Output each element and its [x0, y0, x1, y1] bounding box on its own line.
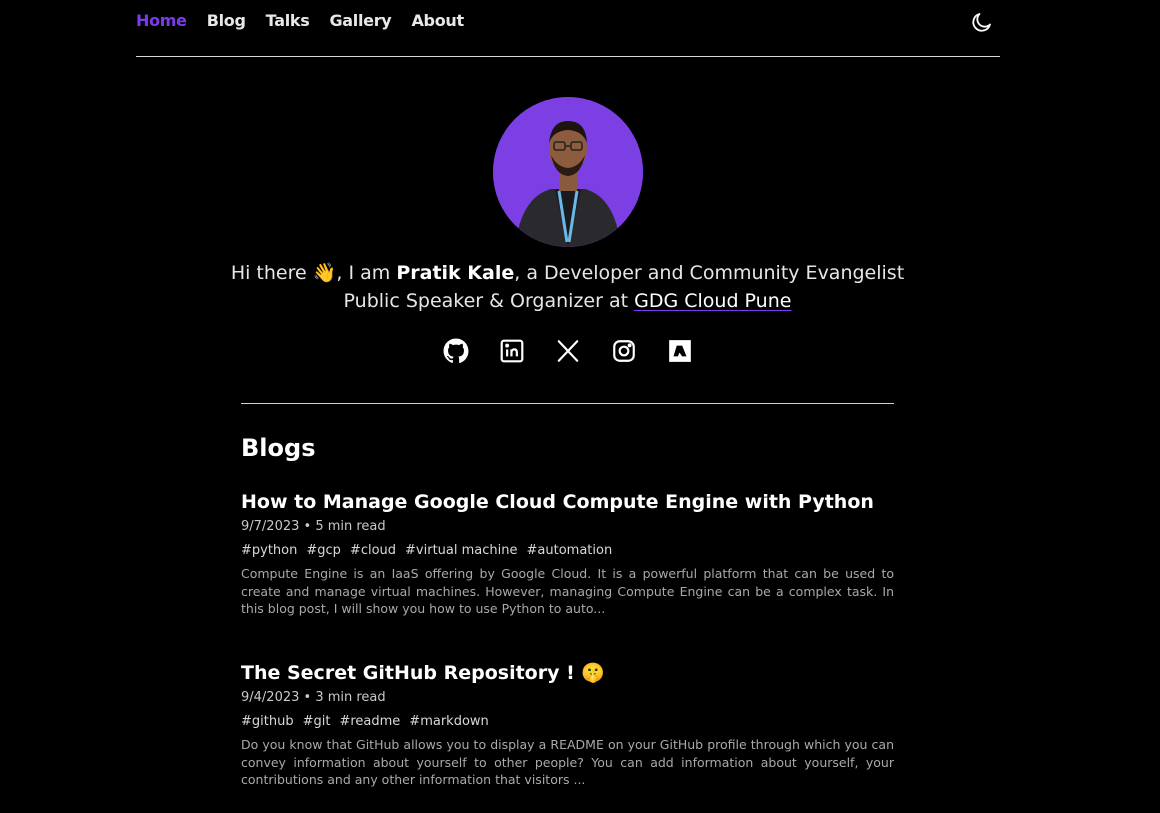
nav-about-link[interactable]: About — [411, 11, 464, 30]
blog-post-meta: 9/7/2023 • 5 min read — [241, 519, 386, 534]
tag-cloud[interactable]: #cloud — [350, 543, 396, 558]
tag-python[interactable]: #python — [241, 543, 297, 558]
tag-gcp[interactable]: #gcp — [306, 543, 341, 558]
blogs-heading: Blogs — [241, 434, 316, 462]
profile-name: Pratik Kale — [396, 262, 515, 284]
nav-links: Home Blog Talks Gallery About — [136, 11, 484, 30]
instagram-icon[interactable] — [611, 338, 637, 364]
blog-post-card: The Secret GitHub Repository ! 🤫 9/4/202… — [241, 660, 894, 789]
greeting-mid-text: , I am — [336, 262, 397, 284]
tag-github[interactable]: #github — [241, 714, 294, 729]
tag-automation[interactable]: #automation — [527, 543, 613, 558]
nav-blog-link[interactable]: Blog — [207, 11, 246, 30]
blog-post-title[interactable]: How to Manage Google Cloud Compute Engin… — [241, 489, 894, 515]
avatar-portrait — [493, 97, 643, 247]
social-links — [443, 338, 723, 364]
blog-post-summary: Do you know that GitHub allows you to di… — [241, 737, 894, 787]
blog-post-tags: #github #git #readme #markdown — [241, 714, 894, 729]
section-divider — [241, 403, 894, 404]
hashnode-icon[interactable] — [667, 338, 693, 364]
blog-post-summary: Compute Engine is an IaaS offering by Go… — [241, 566, 894, 616]
tag-git[interactable]: #git — [303, 714, 331, 729]
profile-role: , a Developer and Community Evangelist — [514, 262, 905, 284]
nav-home-link[interactable]: Home — [136, 11, 187, 30]
tag-markdown[interactable]: #markdown — [409, 714, 488, 729]
blog-post-card: How to Manage Google Cloud Compute Engin… — [241, 489, 894, 618]
blog-post-meta: 9/4/2023 • 3 min read — [241, 690, 386, 705]
intro-text: Hi there 👋, I am Pratik Kale, a Develope… — [180, 259, 955, 315]
profile-avatar — [493, 97, 643, 247]
github-icon[interactable] — [443, 338, 469, 364]
x-twitter-icon[interactable] — [555, 338, 581, 364]
top-navigation: Home Blog Talks Gallery About — [136, 0, 1000, 57]
tag-readme[interactable]: #readme — [339, 714, 400, 729]
nav-gallery-link[interactable]: Gallery — [329, 11, 391, 30]
gdg-cloud-pune-link[interactable]: GDG Cloud Pune — [634, 290, 791, 312]
blog-post-title[interactable]: The Secret GitHub Repository ! 🤫 — [241, 660, 894, 686]
greeting-text: Hi there — [230, 262, 313, 284]
linkedin-icon[interactable] — [499, 338, 525, 364]
blog-post-tags: #python #gcp #cloud #virtual machine #au… — [241, 543, 894, 558]
nav-talks-link[interactable]: Talks — [266, 11, 310, 30]
wave-emoji: 👋 — [312, 262, 337, 284]
intro-line-2: Public Speaker & Organizer at GDG Cloud … — [180, 287, 955, 315]
organizer-text: Public Speaker & Organizer at — [343, 290, 635, 312]
intro-line-1: Hi there 👋, I am Pratik Kale, a Develope… — [180, 259, 955, 287]
moon-icon[interactable] — [970, 10, 994, 34]
tag-virtual-machine[interactable]: #virtual machine — [405, 543, 517, 558]
